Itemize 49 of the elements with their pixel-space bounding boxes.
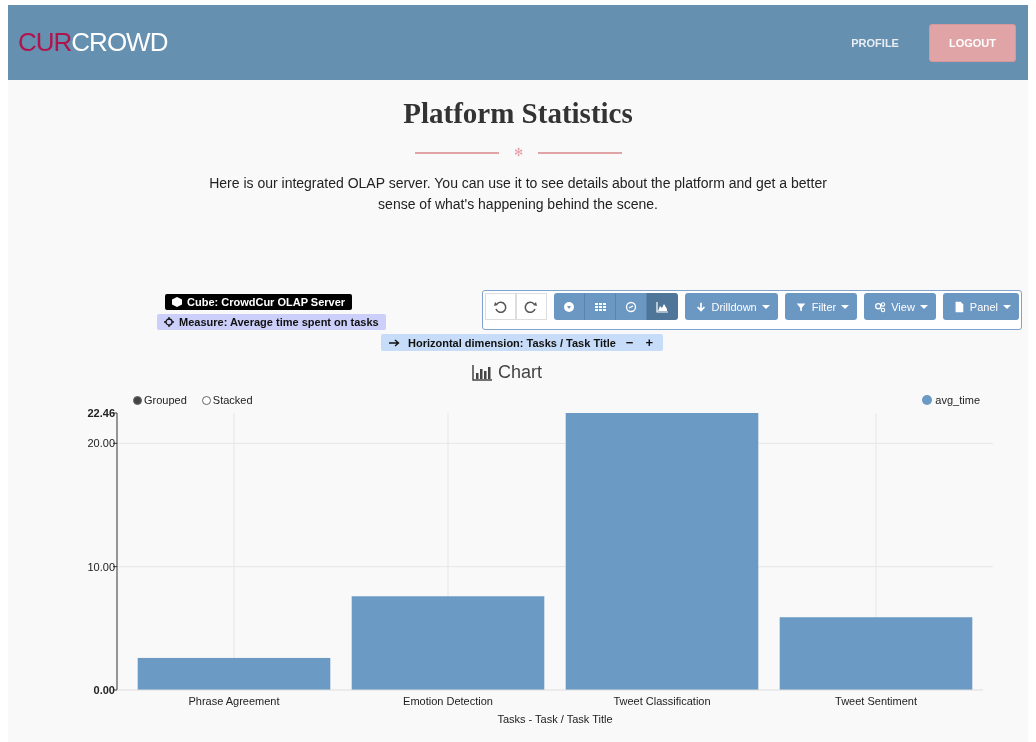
asterisk-ornament: ✻ (513, 146, 523, 159)
redo-button[interactable] (515, 293, 547, 320)
cube-icon (172, 297, 182, 307)
x-tick-label: Emotion Detection (403, 695, 493, 707)
measure-label: Measure: Average time spent on tasks (179, 316, 379, 328)
intro-paragraph: Here is our integrated OLAP server. You can use it to see details about the platform and get a better sense of what's happening behind the scene. (208, 174, 828, 214)
logo[interactable]: CURCROWD (18, 27, 168, 58)
chart-mode-radio[interactable]: Grouped (133, 394, 187, 406)
y-tick-label: 22.46 (87, 407, 115, 419)
logout-button[interactable]: LOGOUT (928, 23, 1016, 62)
caret-icon (919, 304, 928, 309)
view-mode-button[interactable] (553, 293, 585, 320)
undo-button[interactable] (484, 293, 516, 320)
dimension-label: Horizontal dimension: Tasks / Task Title (408, 336, 616, 349)
gears-icon (874, 300, 887, 313)
view-mode-button[interactable] (584, 293, 616, 320)
bar-chart-icon (472, 364, 492, 381)
arrow-down-icon (694, 300, 707, 313)
view-mode-button[interactable] (646, 293, 678, 320)
y-tick-label: 0.00 (93, 684, 115, 696)
y-tick-label: 20.00 (87, 437, 115, 450)
x-axis-title: Tasks - Task / Task Title (497, 713, 613, 724)
legend-label[interactable]: avg_time (935, 394, 980, 406)
x-tick-label: Tweet Sentiment (835, 695, 917, 707)
profile-link[interactable]: PROFILE (851, 36, 899, 49)
filter-dropdown[interactable]: Filter (784, 293, 858, 320)
crosshair-icon (164, 317, 174, 327)
undo-icon (493, 299, 507, 314)
view-dropdown[interactable]: View (864, 293, 936, 320)
x-tick-label: Phrase Agreement (188, 695, 280, 707)
clock-icon (623, 299, 638, 314)
redo-icon (524, 299, 538, 314)
download-icon (561, 299, 576, 314)
cube-label: Cube: CrowdCur OLAP Server (187, 296, 346, 308)
panel-dropdown[interactable]: Panel (942, 293, 1019, 320)
area-chart-icon (655, 299, 669, 314)
view-mode-button[interactable] (615, 293, 647, 320)
drilldown-dropdown[interactable]: Drilldown (684, 293, 778, 320)
collapse-button[interactable]: − (623, 336, 636, 349)
caret-icon (841, 304, 850, 309)
chart-title: Chart (498, 362, 542, 383)
chart-mode-radio[interactable]: Stacked (201, 394, 253, 406)
arrow-right-icon (389, 338, 400, 347)
caret-icon (1003, 304, 1011, 309)
page-title: Platform Statistics (402, 97, 634, 130)
x-tick-label: Tweet Classification (613, 695, 711, 707)
y-tick-label: 10.00 (87, 560, 115, 573)
expand-button[interactable]: + (643, 336, 655, 349)
caret-icon (761, 304, 770, 309)
